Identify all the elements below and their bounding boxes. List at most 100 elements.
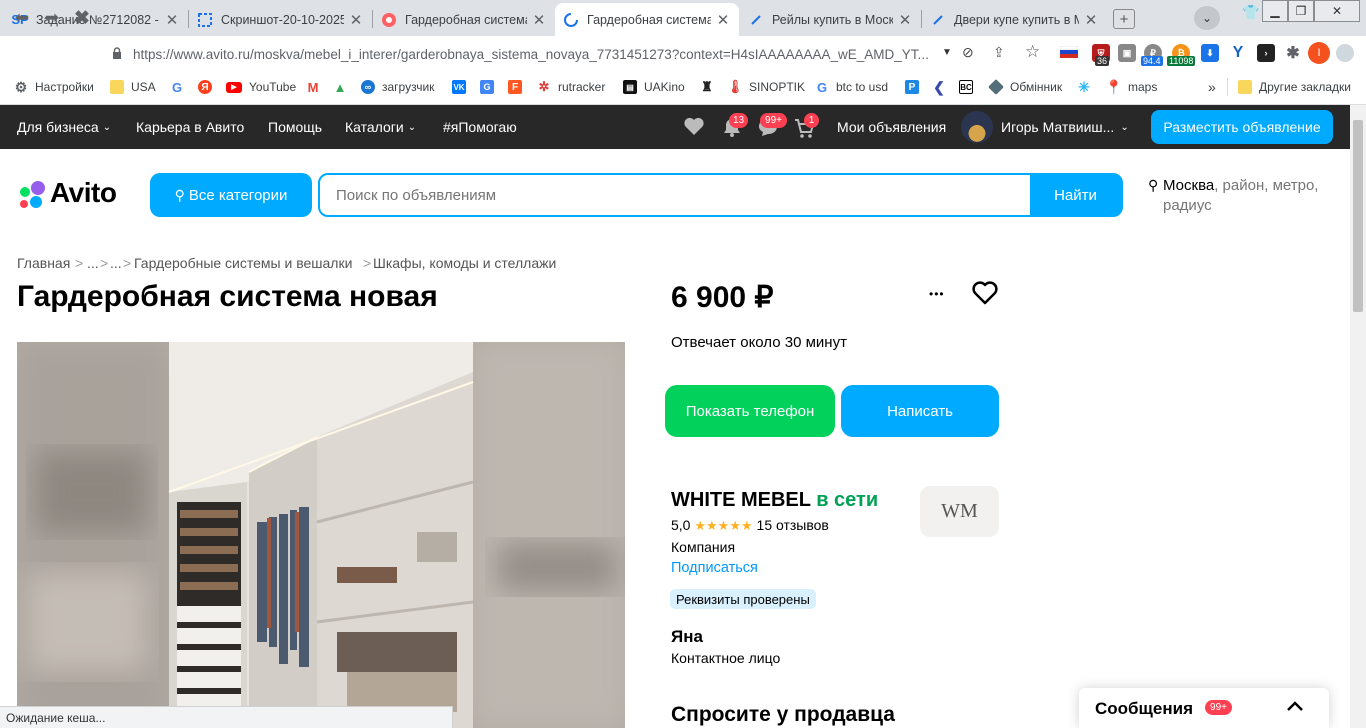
all-categories-button[interactable]: ⚲ Все категории: [150, 173, 312, 217]
avito-logo-text[interactable]: Avito: [50, 177, 117, 209]
user-avatar[interactable]: [961, 111, 993, 143]
terminal-extension-icon[interactable]: ›: [1257, 44, 1275, 62]
download-extension-icon[interactable]: ⬇: [1201, 44, 1219, 62]
bookmark-google[interactable]: G: [170, 79, 191, 95]
nav-helping[interactable]: #яПомогаю: [443, 105, 517, 149]
breadcrumb-item[interactable]: Главная: [17, 255, 70, 271]
messages-badge: 99+: [760, 113, 787, 128]
browser-tab[interactable]: Скриншот-20-10-2025 0 ✕: [189, 3, 372, 36]
close-tab-icon[interactable]: ✕: [1083, 11, 1099, 29]
user-menu[interactable]: Игорь Матвииш... ⌄: [1001, 105, 1129, 149]
bookmark-star-icon[interactable]: ☆: [1025, 42, 1040, 62]
browser-tab[interactable]: Гардеробная система - ✕: [373, 3, 555, 36]
favorites-heart-icon[interactable]: [683, 116, 705, 136]
address-bar[interactable]: https://www.avito.ru/moskva/mebel_i_inte…: [133, 41, 985, 67]
profile-avatar-icon[interactable]: I: [1308, 42, 1330, 64]
close-window-button[interactable]: ✕: [1314, 0, 1360, 22]
catalog-search-icon: ⚲: [174, 186, 185, 203]
bookmark-exchanger[interactable]: Обмінник: [988, 79, 1062, 95]
vpn-extension-icon[interactable]: Y: [1229, 44, 1247, 62]
ask-seller-heading: Спросите у продавца: [671, 703, 895, 726]
browser-tab[interactable]: Двери купе купить в М ✕: [922, 3, 1107, 36]
find-button[interactable]: Найти: [1030, 175, 1121, 215]
bookmark-gmail[interactable]: M: [306, 79, 327, 95]
breadcrumb-item[interactable]: Гардеробные системы и вешалки: [134, 255, 352, 271]
show-phone-button[interactable]: Показать телефон: [665, 385, 835, 437]
seller-logo[interactable]: WM: [920, 486, 999, 537]
write-message-button[interactable]: Написать: [841, 385, 999, 437]
close-tab-icon[interactable]: ✕: [348, 11, 364, 29]
folder-icon: [1238, 80, 1252, 94]
close-tab-icon[interactable]: ✕: [164, 11, 180, 29]
search-input[interactable]: [320, 175, 1030, 215]
more-options-icon[interactable]: •••: [929, 287, 945, 301]
extensions-puzzle-icon[interactable]: ✱: [1284, 44, 1302, 62]
breadcrumb-item[interactable]: Шкафы, комоды и стеллажи: [373, 255, 556, 271]
forward-icon[interactable]: ➡: [40, 6, 64, 30]
lock-icon[interactable]: [112, 46, 122, 59]
bookmark-youtube[interactable]: ▶ YouTube: [226, 79, 296, 95]
bookmark-yandex[interactable]: Я: [198, 79, 219, 95]
breadcrumb-sep: >: [100, 255, 109, 271]
stop-icon[interactable]: ✖: [70, 6, 94, 30]
listing-photo[interactable]: [17, 342, 625, 728]
avito-logo-icon[interactable]: [17, 180, 49, 210]
nav-business[interactable]: Для бизнеса ⌄: [17, 105, 111, 149]
bookmark-arrow[interactable]: ❮: [932, 79, 953, 95]
minimize-button[interactable]: ▁: [1262, 0, 1288, 22]
site-permissions-icon[interactable]: ⊘: [962, 44, 974, 61]
bookmark-star[interactable]: ✳: [1077, 79, 1098, 95]
bookmark-maps[interactable]: 📍 maps: [1105, 79, 1157, 95]
bookmark-bc[interactable]: BC: [959, 79, 980, 95]
subscribe-link[interactable]: Подписаться: [671, 560, 758, 576]
bookmark-sinoptik[interactable]: 🌡 SINOPTIK: [727, 79, 805, 95]
bookmark-p[interactable]: P: [905, 79, 926, 95]
seller-rating-row[interactable]: 5,0 ★★★★★ 15 отзывов: [671, 517, 829, 534]
browser-tab-active[interactable]: Гардеробная система н ✕: [555, 3, 739, 36]
bookmark-f[interactable]: F: [508, 79, 529, 95]
location-selector[interactable]: Москва, район, метро, радиус: [1163, 176, 1338, 216]
bookmark-btc-usd[interactable]: Gbtc to usd: [815, 79, 888, 95]
theme-icon[interactable]: 👕: [1242, 4, 1259, 21]
bookmark-uakino[interactable]: ▤ UAKino: [623, 79, 685, 95]
nav-help[interactable]: Помощь: [268, 105, 322, 149]
briefcase-extension-icon[interactable]: ▣: [1118, 44, 1136, 62]
vk-icon: VK: [452, 80, 466, 94]
url-dropdown-icon[interactable]: ▼: [942, 47, 952, 58]
russian-flag-icon[interactable]: [1059, 45, 1079, 58]
more-bookmarks[interactable]: »: [1208, 79, 1216, 95]
post-ad-button[interactable]: Разместить объявление: [1151, 110, 1333, 144]
seller-name-row[interactable]: WHITE MEBEL в сети: [671, 489, 878, 512]
breadcrumb-sep: >: [363, 255, 372, 271]
other-bookmarks[interactable]: Другие закладки: [1238, 79, 1351, 95]
nav-career[interactable]: Карьера в Авито: [136, 105, 244, 149]
breadcrumb-item[interactable]: ...: [87, 255, 99, 271]
my-ads-link[interactable]: Мои объявления: [837, 105, 946, 149]
bookmark-drive[interactable]: ▲: [333, 79, 354, 95]
share-icon[interactable]: ⇪: [993, 44, 1005, 61]
breadcrumb-item[interactable]: ...: [110, 255, 122, 271]
nav-catalogs[interactable]: Каталоги ⌄: [345, 105, 416, 149]
scrollbar-thumb[interactable]: [1353, 120, 1363, 312]
avito-icon: [748, 12, 764, 28]
bookmark-figure[interactable]: ♜: [700, 79, 721, 95]
bookmark-vk[interactable]: VK: [452, 79, 473, 95]
messages-widget[interactable]: Сообщения 99+: [1079, 688, 1329, 728]
favorite-heart-icon[interactable]: [971, 280, 999, 306]
chevron-up-icon[interactable]: [1285, 696, 1305, 716]
close-tab-icon[interactable]: ✕: [715, 11, 731, 29]
chrome-menu-icon[interactable]: [1336, 44, 1354, 62]
bookmark-translate[interactable]: G: [480, 79, 501, 95]
browser-tab[interactable]: Рейлы купить в Москв ✕: [740, 3, 921, 36]
back-icon[interactable]: ⬅: [10, 6, 34, 30]
cart-badge: 1: [804, 113, 819, 128]
bookmark-rutracker[interactable]: ✲ rutracker: [537, 79, 606, 95]
tab-search-icon[interactable]: ⌄: [1194, 6, 1220, 30]
close-tab-icon[interactable]: ✕: [897, 11, 913, 29]
new-tab-icon[interactable]: +: [1113, 9, 1135, 29]
bookmark-usa[interactable]: USA: [110, 79, 156, 95]
bookmark-loader[interactable]: ∞ загрузчик: [361, 79, 434, 95]
maximize-button[interactable]: ❐: [1288, 0, 1314, 22]
close-tab-icon[interactable]: ✕: [531, 11, 547, 29]
bookmark-settings[interactable]: ⚙ Настройки: [14, 79, 94, 95]
